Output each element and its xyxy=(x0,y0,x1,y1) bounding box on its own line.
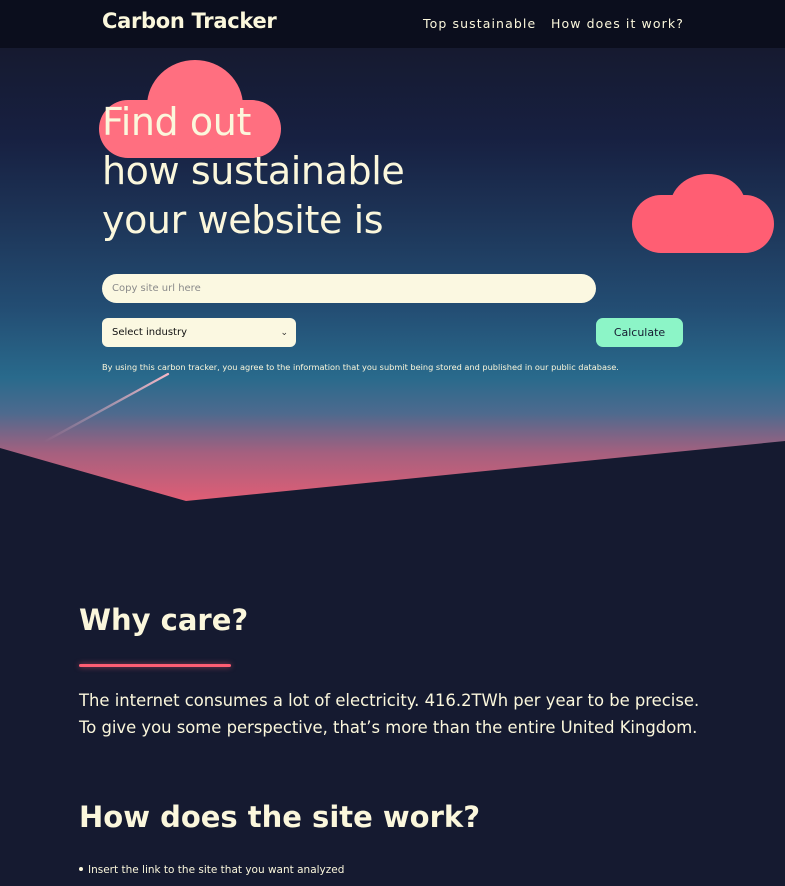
shooting-star-icon xyxy=(42,372,170,444)
site-url-input[interactable] xyxy=(102,274,596,303)
cloud-icon xyxy=(632,174,774,253)
step-text: Insert the link to the site that you wan… xyxy=(88,864,345,876)
headline-line: your website is xyxy=(102,198,384,242)
top-navbar: Carbon Tracker Top sustainable How does … xyxy=(0,0,785,48)
hero-headline: Find out how sustainable your website is xyxy=(102,98,405,245)
nav-link-top-sustainable[interactable]: Top sustainable xyxy=(423,16,536,31)
bullet-icon xyxy=(79,867,83,871)
calculate-button[interactable]: Calculate xyxy=(596,318,683,347)
chevron-down-icon: ⌄ xyxy=(280,327,288,338)
list-item: Insert the link to the site that you wan… xyxy=(79,864,344,876)
nav-link-how-does-it-work[interactable]: How does it work? xyxy=(551,16,684,31)
heading-underline xyxy=(79,664,231,667)
headline-line: how sustainable xyxy=(102,149,405,193)
how-it-works-heading: How does the site work? xyxy=(79,800,481,834)
consent-notice: By using this carbon tracker, you agree … xyxy=(102,362,619,372)
headline-line: Find out xyxy=(102,100,251,144)
why-care-text: To give you some perspective, that’s mor… xyxy=(79,718,698,737)
why-care-heading: Why care? xyxy=(79,603,249,637)
industry-select[interactable]: Select industry ⌄ xyxy=(102,318,296,347)
brand-logo-link[interactable]: Carbon Tracker xyxy=(102,9,277,33)
industry-select-value: Select industry xyxy=(112,327,187,338)
why-care-text: The internet consumes a lot of electrici… xyxy=(79,691,700,710)
page: Carbon Tracker Top sustainable How does … xyxy=(0,0,785,886)
steps-list: Insert the link to the site that you wan… xyxy=(79,864,344,876)
